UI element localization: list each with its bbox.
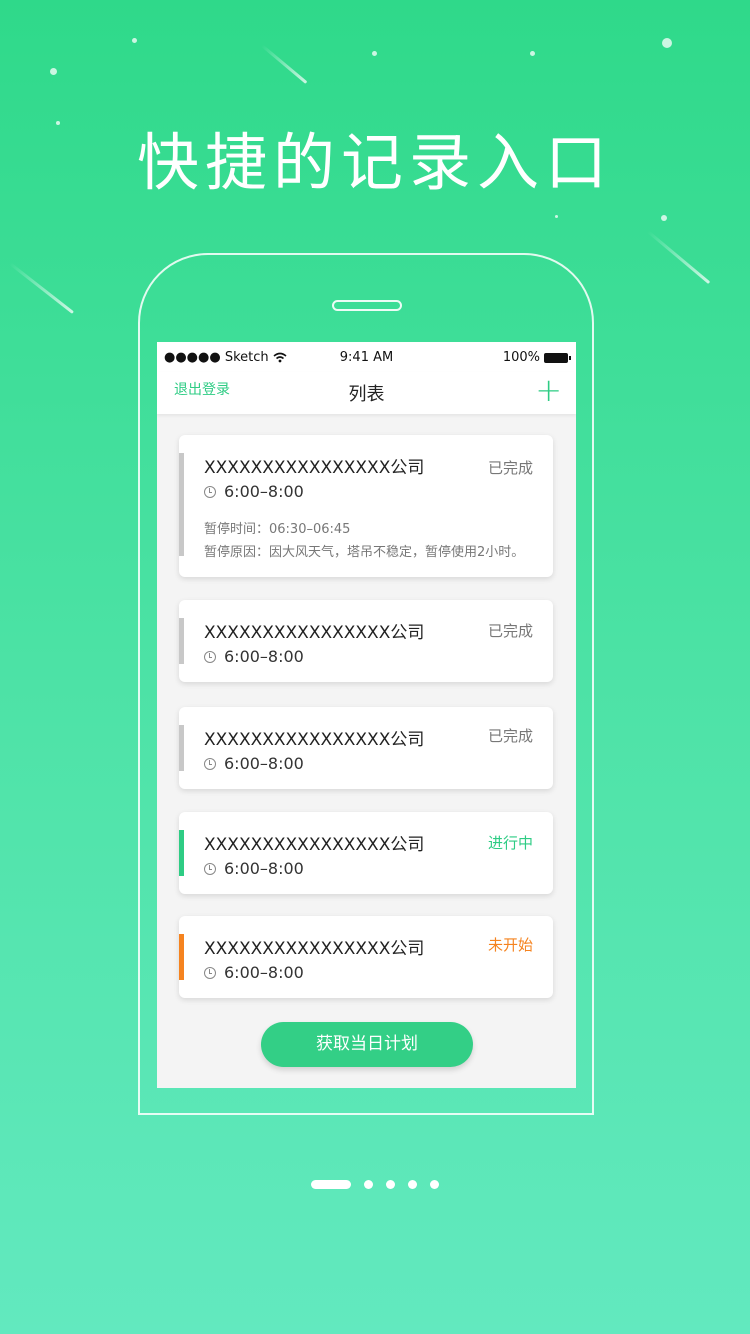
status-badge: 已完成: [487, 727, 533, 745]
status-bar: ●●●●● Sketch 9:41 AM 100%: [157, 342, 576, 372]
pause-time: 暂停时间：06:30–06:45: [204, 522, 351, 537]
time-range: 6:00–8:00: [204, 859, 304, 878]
page-indicator: [311, 1180, 439, 1189]
company-name: XXXXXXXXXXXXXXXX公司: [204, 458, 425, 478]
app-screen: ●●●●● Sketch 9:41 AM 100% 退出登录 列表 + XXXX…: [157, 342, 576, 1088]
status-badge: 进行中: [487, 834, 533, 852]
status-indicator-bar: [179, 725, 184, 771]
clock-icon: [204, 650, 216, 663]
status-badge: 已完成: [487, 459, 533, 477]
list-item[interactable]: XXXXXXXXXXXXXXXX公司 进行中 6:00–8:00: [179, 812, 553, 894]
battery-percent: 100%: [502, 350, 540, 365]
list-item[interactable]: XXXXXXXXXXXXXXXX公司 已完成 6:00–8:00 暂停时间：06…: [179, 435, 553, 577]
list-item[interactable]: XXXXXXXXXXXXXXXX公司 已完成 6:00–8:00: [179, 707, 553, 789]
clock-icon: [204, 757, 216, 770]
decor-streak: [261, 44, 308, 84]
status-badge: 已完成: [487, 622, 533, 640]
time-range-label: 6:00–8:00: [224, 754, 304, 773]
phone-speaker: [332, 300, 402, 311]
decor-streak: [647, 230, 711, 285]
decor-dot: [372, 51, 377, 56]
company-name: XXXXXXXXXXXXXXXX公司: [204, 939, 425, 959]
status-badge: 未开始: [487, 936, 533, 954]
decor-dot: [530, 51, 535, 56]
page-dot[interactable]: [386, 1180, 395, 1189]
status-indicator-bar: [179, 618, 184, 664]
clock-icon: [204, 862, 216, 875]
page-headline: 快捷的记录入口: [136, 126, 613, 199]
page-dot[interactable]: [408, 1180, 417, 1189]
get-daily-plan-button[interactable]: 获取当日计划: [261, 1022, 473, 1067]
battery-icon: [544, 352, 571, 363]
decor-dot: [555, 215, 558, 218]
page-dot-active[interactable]: [311, 1180, 351, 1189]
list-item[interactable]: XXXXXXXXXXXXXXXX公司 未开始 6:00–8:00: [179, 916, 553, 998]
company-name: XXXXXXXXXXXXXXXX公司: [204, 623, 425, 643]
page-title: 列表: [348, 384, 385, 405]
company-name: XXXXXXXXXXXXXXXX公司: [204, 730, 425, 750]
time-range: 6:00–8:00: [204, 647, 304, 666]
status-indicator-bar: [179, 934, 184, 980]
decor-dot: [50, 68, 57, 75]
time-range-label: 6:00–8:00: [224, 482, 304, 501]
list-item[interactable]: XXXXXXXXXXXXXXXX公司 已完成 6:00–8:00: [179, 600, 553, 682]
status-indicator-bar: [179, 453, 184, 556]
nav-bar: 退出登录 列表 +: [157, 370, 576, 414]
time-range-label: 6:00–8:00: [224, 859, 304, 878]
clock-icon: [204, 485, 216, 498]
time-range: 6:00–8:00: [204, 963, 304, 982]
time-range-label: 6:00–8:00: [224, 647, 304, 666]
decor-dot: [132, 38, 137, 43]
status-indicator-bar: [179, 830, 184, 876]
time-range: 6:00–8:00: [204, 482, 304, 501]
clock-icon: [204, 966, 216, 979]
page-dot[interactable]: [430, 1180, 439, 1189]
page-dot[interactable]: [364, 1180, 373, 1189]
add-icon[interactable]: +: [535, 370, 562, 410]
pause-reason: 暂停原因：因大风天气，塔吊不稳定，暂停使用2小时。: [204, 545, 525, 560]
time-range-label: 6:00–8:00: [224, 963, 304, 982]
decor-dot: [662, 38, 672, 48]
decor-streak: [9, 262, 74, 314]
time-range: 6:00–8:00: [204, 754, 304, 773]
company-name: XXXXXXXXXXXXXXXX公司: [204, 835, 425, 855]
decor-dot: [661, 215, 667, 221]
